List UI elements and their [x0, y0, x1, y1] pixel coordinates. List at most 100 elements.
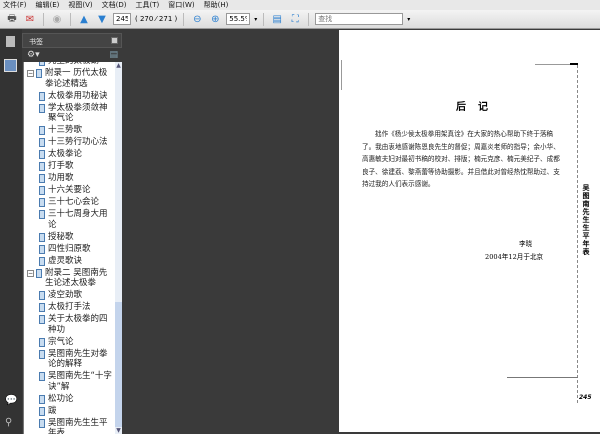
search-input[interactable]	[315, 13, 404, 25]
bookmark-item[interactable]: 吴图南先生生平年表	[24, 418, 122, 434]
prev-page-icon[interactable]: ▲	[77, 13, 91, 26]
bookmark-item[interactable]: 宗气论	[24, 337, 122, 348]
bookmark-icon	[39, 406, 45, 416]
attachments-icon[interactable]: ⚲	[5, 417, 12, 428]
bookmark-label: 凌空劲歌	[48, 290, 83, 300]
bookmark-item[interactable]: 先生的太极劲	[24, 62, 122, 67]
options-icon[interactable]: ⚙▾	[27, 50, 40, 60]
bookmark-scrollbar[interactable]: ▲ ▼	[115, 62, 122, 434]
bookmark-item[interactable]: 四性归原歌	[24, 244, 122, 255]
bookmark-label: 附录二 吴图南先生论述太极拳	[45, 267, 108, 289]
bookmark-item[interactable]: 十三势歌	[24, 125, 122, 136]
bookmark-item[interactable]: 吴图南先生对拳论的解释	[24, 349, 122, 370]
bookmark-icon	[39, 150, 45, 159]
bookmark-label: 四性归原歌	[48, 243, 91, 254]
bookmarks-icon[interactable]	[4, 59, 17, 72]
divider	[70, 12, 71, 26]
page-number-input[interactable]	[113, 13, 131, 25]
bookmark-label: 太极打手法	[48, 302, 91, 312]
bookmark-icon	[39, 126, 45, 135]
author: 李晓	[519, 240, 533, 248]
menu-tools[interactable]: 工具(T)	[136, 0, 160, 10]
share-icon[interactable]: ◉	[50, 13, 64, 26]
bookmark-label: 功用歌	[48, 173, 74, 183]
bookmark-label: 附录一 历代太极拳论述精选	[45, 68, 108, 89]
bookmark-icon	[39, 138, 45, 147]
fit-width-icon[interactable]: ▤	[270, 13, 284, 26]
bookmark-label: 虚灵歌诀	[48, 255, 83, 266]
scroll-down-icon[interactable]: ▼	[115, 427, 122, 434]
menu-window[interactable]: 窗口(W)	[168, 0, 194, 10]
page-count: ( 270 ⁄ 271 )	[135, 15, 178, 23]
bookmark-item[interactable]: − 附录二 吴图南先生论述太极拳	[24, 268, 122, 289]
bookmark-icon	[39, 244, 45, 254]
bookmark-item[interactable]: 松功论	[24, 394, 122, 405]
pages-icon[interactable]	[6, 36, 15, 47]
page-border	[577, 65, 578, 403]
divider	[263, 12, 265, 26]
bookmark-icon	[36, 268, 42, 278]
menu-file[interactable]: 文件(F)	[3, 0, 27, 10]
bookmark-item[interactable]: 太极拳论	[24, 149, 122, 160]
page-edge-mark	[341, 60, 342, 90]
bookmark-item[interactable]: 十三势行功心法	[24, 137, 122, 148]
bookmark-item[interactable]: 凌空劲歌	[24, 290, 122, 301]
bookmark-item[interactable]: 吴图南先生“十字诀”解	[24, 371, 122, 392]
bookmark-item[interactable]: 太极拳用功秘诀	[24, 91, 122, 102]
bookmark-icon	[39, 232, 45, 242]
bookmark-label: 十三势行功心法	[48, 137, 108, 147]
bookmark-icon	[39, 337, 45, 347]
new-bookmark-icon[interactable]: ▤	[109, 50, 118, 60]
bookmark-item[interactable]: 跋	[24, 406, 122, 417]
comments-icon[interactable]: 💬	[5, 395, 17, 406]
zoom-in-icon[interactable]: ⊕	[208, 13, 222, 26]
menu-help[interactable]: 帮助(H)	[204, 0, 229, 10]
bookmark-label: 授秘歌	[48, 231, 74, 242]
bookmark-icon	[39, 256, 45, 266]
bookmark-icon	[39, 315, 45, 324]
bookmark-label: 十三势歌	[48, 125, 83, 135]
footer-rule	[507, 377, 578, 378]
bookmark-item[interactable]: 打手歌	[24, 161, 122, 172]
bookmark-item[interactable]: 十六关要论	[24, 185, 122, 196]
bookmark-item[interactable]: 学太极拳须敛神聚气论	[24, 103, 122, 124]
next-page-icon[interactable]: ▼	[95, 13, 109, 26]
search-dropdown-icon[interactable]: ▾	[407, 16, 410, 23]
bookmarks-panel-header: 书签	[22, 33, 122, 48]
bookmark-label: 吴图南先生“十字诀”解	[48, 371, 112, 392]
collapse-icon[interactable]: −	[27, 70, 34, 77]
fullscreen-icon[interactable]: ⛶	[288, 13, 302, 26]
menu-view[interactable]: 视图(V)	[68, 0, 92, 10]
panel-minimize-button[interactable]	[111, 37, 118, 44]
bookmark-item[interactable]: 太极打手法	[24, 302, 122, 313]
bookmark-label: 学太极拳须敛神聚气论	[48, 102, 108, 124]
email-icon[interactable]: ✉	[23, 13, 37, 26]
navigation-bar: 💬 ⚲	[0, 29, 22, 434]
bookmark-label: 太极拳用功秘诀	[48, 90, 108, 101]
bookmark-item[interactable]: 功用歌	[24, 173, 122, 184]
scroll-thumb[interactable]	[115, 302, 122, 427]
bookmark-item[interactable]: 三十七周身大用论	[24, 209, 122, 230]
bookmark-icon	[39, 210, 45, 219]
bookmark-label: 先生的太极劲	[48, 62, 99, 67]
bookmark-label: 十六关要论	[48, 185, 91, 195]
menu-document[interactable]: 文档(D)	[102, 0, 127, 10]
bookmark-item[interactable]: − 附录一 历代太极拳论述精选	[24, 68, 122, 89]
zoom-input[interactable]	[226, 13, 251, 25]
collapse-icon[interactable]: −	[27, 269, 34, 277]
bookmark-item[interactable]: 授秘歌	[24, 232, 122, 243]
divider	[43, 12, 44, 26]
zoom-dropdown-icon[interactable]: ▾	[254, 16, 257, 23]
date: 2004年12月于北京	[485, 253, 544, 261]
bookmark-icon	[39, 91, 45, 101]
print-icon[interactable]: 🖶	[5, 13, 19, 26]
bookmark-icon	[39, 291, 45, 300]
bookmark-label: 打手歌	[48, 161, 74, 171]
bookmark-label: 三十七心会论	[48, 197, 100, 207]
scroll-up-icon[interactable]: ▲	[115, 62, 122, 69]
bookmark-item[interactable]: 三十七心会论	[24, 197, 122, 208]
bookmark-item[interactable]: 虚灵歌诀	[24, 256, 122, 267]
bookmark-item[interactable]: 关于太极拳的四种功	[24, 314, 122, 335]
menu-edit[interactable]: 编辑(E)	[36, 0, 60, 10]
zoom-out-icon[interactable]: ⊖	[190, 13, 204, 26]
